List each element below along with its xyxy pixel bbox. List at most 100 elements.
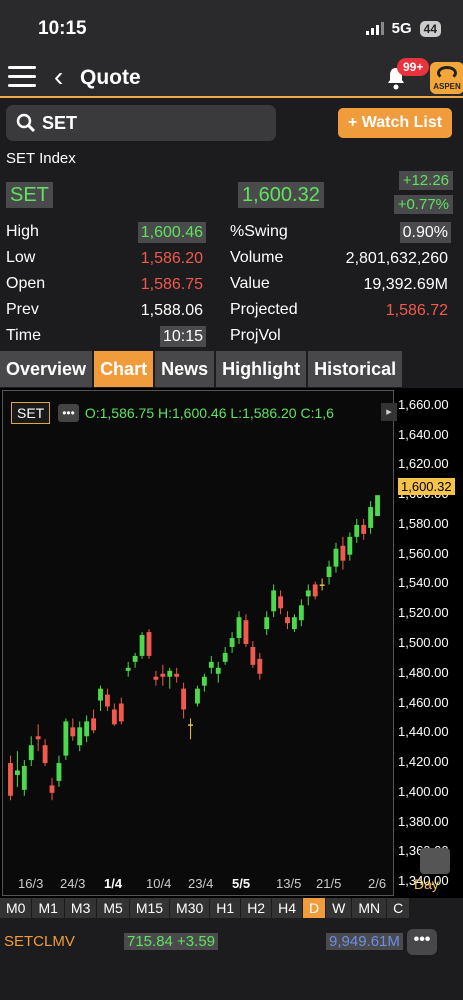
timeframe-h2[interactable]: H2 — [241, 898, 272, 918]
timeframe-h4[interactable]: H4 — [272, 898, 302, 918]
tab-historical[interactable]: Historical — [308, 351, 403, 387]
value-swing: 0.90% — [399, 222, 451, 243]
timeframe-m5[interactable]: M5 — [97, 898, 129, 918]
ticker-price: 715.84 +3.59 — [124, 933, 219, 950]
network-label: 5G — [391, 20, 412, 37]
price-tick: 1,640.00 — [398, 426, 449, 442]
symbol-search-input[interactable]: SET — [6, 105, 276, 141]
label-time: Time — [6, 327, 41, 344]
date-tick: 13/5 — [276, 876, 302, 891]
candle — [188, 718, 193, 740]
value-prev: 1,588.06 — [140, 302, 203, 319]
ohlc-scroll-icon[interactable]: ▸ — [381, 403, 397, 421]
price-tick: 1,660.00 — [398, 396, 449, 412]
candle — [236, 611, 242, 644]
timeframe-c[interactable]: C — [387, 898, 410, 918]
signal-icon — [365, 22, 384, 35]
chart-plot[interactable]: SET ••• O:1,586.75 H:1,600.46 L:1,586.20… — [2, 390, 397, 897]
candle — [340, 536, 346, 570]
candle — [77, 721, 83, 752]
timeframe-w[interactable]: W — [326, 898, 352, 918]
chart-options-button[interactable]: ••• — [58, 404, 79, 422]
aspen-logo[interactable]: ASPEN — [430, 62, 463, 94]
quote-row-time: Time 10:15 ProjVol — [0, 323, 463, 349]
tab-highlight[interactable]: Highlight — [216, 351, 307, 387]
last-price: 1,600.32 — [238, 182, 324, 208]
value-open: 1,586.75 — [140, 276, 203, 293]
chart-area[interactable]: SET ••• O:1,586.75 H:1,600.46 L:1,586.20… — [0, 388, 463, 898]
label-volume: Volume — [230, 249, 284, 266]
tab-overview[interactable]: Overview — [0, 351, 93, 387]
candle — [222, 646, 228, 665]
candle — [118, 697, 124, 725]
candle — [250, 641, 256, 668]
candle — [139, 632, 145, 659]
candlestick-chart[interactable] — [3, 391, 395, 897]
quote-row-prev: Prev 1,588.06 Projected 1,586.72 — [0, 297, 463, 323]
timeframe-m0[interactable]: M0 — [0, 898, 32, 918]
date-tick: 24/3 — [60, 876, 86, 891]
candle — [271, 584, 277, 618]
tab-news[interactable]: News — [155, 351, 215, 387]
ticker-symbol[interactable]: SETCLMV — [4, 933, 75, 950]
timeframe-h1[interactable]: H1 — [210, 898, 241, 918]
date-tick: 10/4 — [146, 876, 172, 891]
current-price-label: 1,600.32 — [398, 478, 455, 495]
candle — [98, 685, 103, 711]
price-tick: 1,500.00 — [398, 635, 449, 650]
timeframe-m30[interactable]: M30 — [170, 898, 210, 918]
timeframe-d[interactable]: D — [303, 898, 326, 918]
candle — [35, 724, 41, 752]
status-time: 10:15 — [38, 18, 87, 39]
value-projected: 1,586.72 — [385, 302, 448, 319]
zoom-icon[interactable] — [420, 848, 450, 874]
battery-icon: 44 — [419, 20, 441, 37]
candle — [361, 518, 367, 540]
quote-tabs: Overview Chart News Highlight Historical — [0, 351, 463, 387]
candle — [91, 709, 96, 734]
date-tick: 5/5 — [232, 876, 251, 891]
period-label[interactable]: Day — [414, 876, 439, 892]
price-tick: 1,460.00 — [398, 694, 449, 710]
candle — [333, 542, 339, 573]
price-tick: 1,380.00 — [398, 813, 449, 829]
date-tick: 16/3 — [18, 876, 44, 891]
label-projected: Projected — [230, 301, 298, 318]
candle — [21, 760, 27, 796]
candle — [167, 667, 173, 689]
tab-chart[interactable]: Chart — [94, 351, 154, 387]
back-chevron-icon[interactable]: ‹ — [54, 62, 63, 92]
price-tick: 1,480.00 — [398, 664, 449, 680]
chart-symbol-tag[interactable]: SET — [11, 402, 51, 424]
date-tick: 21/5 — [316, 876, 342, 891]
ohlc-bar: SET ••• O:1,586.75 H:1,600.46 L:1,586.20… — [11, 401, 334, 425]
candle — [257, 652, 263, 680]
candle — [174, 667, 180, 683]
value-value: 19,392.69M — [363, 276, 448, 293]
candle — [368, 501, 374, 534]
label-value: Value — [230, 275, 270, 292]
price-change: +12.26 — [398, 171, 453, 190]
add-watchlist-button[interactable]: + Watch List — [338, 108, 452, 138]
label-low: Low — [6, 249, 36, 266]
price-tick: 1,620.00 — [398, 456, 449, 472]
date-tick: 23/4 — [188, 876, 214, 891]
search-icon — [16, 113, 36, 133]
candle — [229, 632, 235, 653]
candle — [278, 590, 283, 615]
more-options-button[interactable]: ••• — [407, 929, 437, 955]
label-open: Open — [6, 275, 46, 292]
timeframe-m3[interactable]: M3 — [64, 898, 97, 918]
candle — [326, 560, 332, 585]
timeframe-mn[interactable]: MN — [352, 898, 387, 918]
timeframe-m15[interactable]: M15 — [129, 898, 170, 918]
bottom-ticker: SETCLMV 715.84 +3.59 9,949.61M ••• — [0, 925, 463, 961]
quote-row-open: Open 1,586.75 Value 19,392.69M — [0, 271, 463, 297]
candle — [375, 495, 380, 517]
candle — [160, 664, 166, 686]
menu-icon[interactable] — [8, 66, 36, 90]
candle — [14, 751, 20, 787]
price-tick: 1,560.00 — [398, 545, 449, 561]
timeframe-m1[interactable]: M1 — [32, 898, 64, 918]
candle — [111, 703, 117, 726]
